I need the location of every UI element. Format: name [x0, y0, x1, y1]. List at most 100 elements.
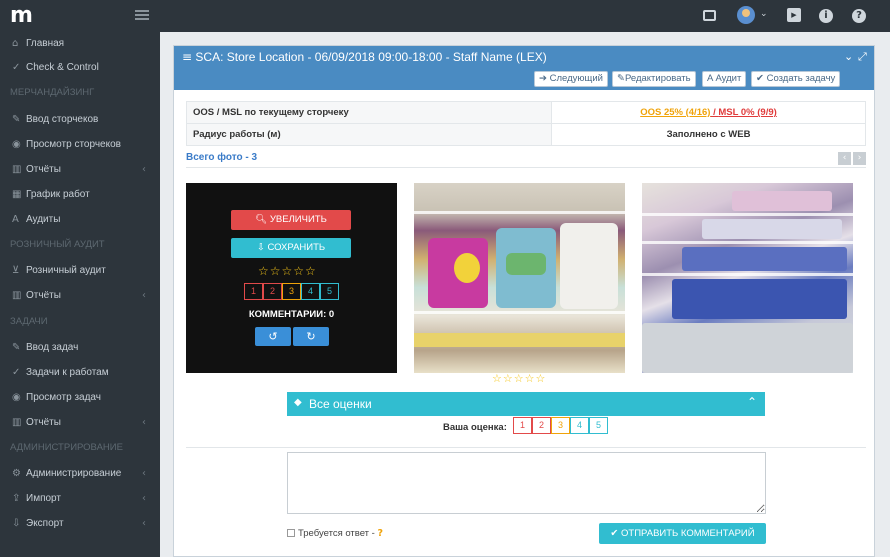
- sidebar-item-reports[interactable]: ▥ Отчёты ‹: [0, 411, 160, 435]
- cart-icon: ⊻: [12, 265, 20, 276]
- check-icon: ✓: [12, 62, 21, 73]
- help-icon[interactable]: ?: [377, 528, 383, 539]
- info-table: OOS / MSL по текущему сторчеку OOS 25% (…: [186, 101, 866, 146]
- sidebar-section-header: РОЗНИЧНЫЙ АУДИТ: [10, 239, 105, 250]
- window-icon[interactable]: [703, 10, 716, 21]
- shelf-line: [414, 211, 625, 214]
- chevron-down-icon[interactable]: ⌄: [760, 9, 768, 19]
- expand-icon[interactable]: ⤢: [858, 50, 867, 64]
- photo-2[interactable]: [414, 183, 625, 373]
- edit-icon: ✎: [12, 114, 21, 125]
- rating-2-button[interactable]: 2: [263, 283, 282, 300]
- panel-title: ≡ SCA: Store Location - 06/09/2018 09:00…: [182, 50, 547, 64]
- download-icon: ⇩: [12, 518, 21, 529]
- chevron-left-icon: ‹: [142, 290, 146, 301]
- photo-3[interactable]: [642, 183, 853, 373]
- sidebar-item-input-storechecks[interactable]: ✎ Ввод сторчеков: [0, 108, 160, 132]
- list-icon: ≡: [182, 50, 193, 64]
- all-ratings-accordion[interactable]: ◆ Все оценки ⌃: [287, 392, 765, 416]
- floor: [642, 323, 853, 373]
- total-photos-link[interactable]: Всего фото - 3: [186, 152, 257, 163]
- menu-toggle-icon[interactable]: [135, 10, 149, 20]
- send-comment-button[interactable]: ✔ ОТПРАВИТЬ КОММЕНТАРИЙ: [599, 523, 766, 544]
- product-pack: [702, 219, 842, 239]
- star-rating[interactable]: ☆☆☆☆☆: [258, 264, 317, 278]
- sidebar-item-reports[interactable]: ▥ Отчёты ‹: [0, 158, 160, 182]
- info-icon[interactable]: i: [819, 9, 833, 23]
- sidebar-item-input-tasks[interactable]: ✎ Ввод задач: [0, 336, 160, 360]
- font-icon: A: [12, 214, 19, 225]
- sidebar-item-reports[interactable]: ▥ Отчёты ‹: [0, 284, 160, 308]
- shelf-line: [642, 213, 853, 216]
- sidebar-section-header: АДМИНИСТРИРОВАНИЕ: [10, 442, 123, 453]
- panel-toolbar: ➔ Следующий ✎Редактировать A Аудит ✔ Соз…: [174, 68, 874, 90]
- collapse-icon[interactable]: ⌄: [844, 50, 853, 63]
- comment-textarea[interactable]: [287, 452, 766, 514]
- rating-5-button[interactable]: 5: [589, 417, 608, 434]
- sidebar-item-export[interactable]: ⇩ Экспорт ‹: [0, 512, 160, 536]
- rating-3-button[interactable]: 3: [282, 283, 301, 300]
- user-avatar-icon[interactable]: [737, 6, 755, 24]
- check-icon: ✓: [12, 367, 21, 378]
- bar-chart-icon: ▥: [12, 417, 22, 428]
- sidebar-item-audits[interactable]: A Аудиты: [0, 208, 160, 232]
- photo-rating-buttons: 1 2 3 4 5: [244, 283, 339, 300]
- msl-link[interactable]: MSL 0% (9/9): [718, 107, 776, 118]
- product-pack: [672, 279, 847, 319]
- sidebar-item-view-tasks[interactable]: ◉ Просмотр задач: [0, 386, 160, 410]
- app-logo[interactable]: m: [10, 5, 40, 27]
- your-rating-label: Ваша оценка:: [443, 422, 507, 433]
- oos-link[interactable]: OOS 25% (4/16): [640, 107, 710, 118]
- diamond-icon: ◆: [294, 397, 302, 408]
- search-icon: 🔍︎: [255, 214, 268, 225]
- next-button[interactable]: ➔ Следующий: [534, 71, 608, 87]
- sidebar-item-retail-audit[interactable]: ⊻ Розничный аудит: [0, 259, 160, 283]
- edit-button[interactable]: ✎Редактировать: [612, 71, 696, 87]
- rotate-left-button[interactable]: ↺: [255, 327, 291, 346]
- divider: [186, 447, 866, 448]
- eye-icon: ◉: [12, 139, 21, 150]
- rating-2-button[interactable]: 2: [532, 417, 551, 434]
- sidebar-item-home[interactable]: ⌂ Главная: [0, 32, 160, 56]
- save-button[interactable]: ⇩ СОХРАНИТЬ: [231, 238, 351, 258]
- shelf-line: [414, 311, 625, 314]
- sidebar-item-schedule[interactable]: ▦ График работ: [0, 183, 160, 207]
- upload-icon: ⇪: [12, 493, 21, 504]
- storecheck-panel: ≡ SCA: Store Location - 06/09/2018 09:00…: [173, 45, 875, 557]
- next-page-icon[interactable]: ›: [853, 152, 866, 165]
- audit-button[interactable]: A Аудит: [702, 71, 747, 87]
- product-pack: [560, 223, 618, 309]
- sidebar: ⌂ Главная ✓ Check & Control МЕРЧАНДАЙЗИНГ …: [0, 32, 160, 557]
- price-strip: [414, 333, 625, 347]
- sidebar-item-administration[interactable]: ⚙ Администрирование ‹: [0, 462, 160, 486]
- check-icon: ✔: [756, 73, 764, 84]
- needs-reply-checkbox[interactable]: [287, 529, 295, 537]
- oos-msl-label: OOS / MSL по текущему сторчеку: [186, 101, 552, 124]
- rotate-right-button[interactable]: ↻: [293, 327, 329, 346]
- sidebar-item-tasks-to-work[interactable]: ✓ Задачи к работам: [0, 361, 160, 385]
- edit-icon: ✎: [12, 342, 21, 353]
- comments-count: КОММЕНТАРИИ: 0: [248, 309, 335, 320]
- chevron-up-icon[interactable]: ⌃: [747, 395, 757, 409]
- photo-star-rating[interactable]: ☆☆☆☆☆: [492, 372, 546, 385]
- zoom-button[interactable]: 🔍︎ УВЕЛИЧИТЬ: [231, 210, 351, 230]
- rating-1-button[interactable]: 1: [513, 417, 532, 434]
- sidebar-item-view-storechecks[interactable]: ◉ Просмотр сторчеков: [0, 133, 160, 157]
- divider: [186, 167, 866, 168]
- shelf-line: [642, 241, 853, 244]
- sidebar-item-check-control[interactable]: ✓ Check & Control: [0, 56, 160, 80]
- rating-5-button[interactable]: 5: [320, 283, 339, 300]
- rating-4-button[interactable]: 4: [570, 417, 589, 434]
- create-task-button[interactable]: ✔ Создать задачу: [751, 71, 841, 87]
- product-pack: [732, 191, 832, 211]
- rating-3-button[interactable]: 3: [551, 417, 570, 434]
- rating-1-button[interactable]: 1: [244, 283, 263, 300]
- prev-page-icon[interactable]: ‹: [838, 152, 851, 165]
- photo-1[interactable]: 🔍︎ УВЕЛИЧИТЬ ⇩ СОХРАНИТЬ ☆☆☆☆☆ 1 2 3 4 5…: [186, 183, 397, 373]
- cogs-icon: ⚙: [12, 468, 21, 479]
- needs-reply-label: Требуется ответ -: [298, 528, 375, 539]
- youtube-icon[interactable]: ▶: [787, 8, 801, 22]
- help-icon[interactable]: ?: [852, 9, 866, 23]
- sidebar-item-import[interactable]: ⇪ Импорт ‹: [0, 487, 160, 511]
- rating-4-button[interactable]: 4: [301, 283, 320, 300]
